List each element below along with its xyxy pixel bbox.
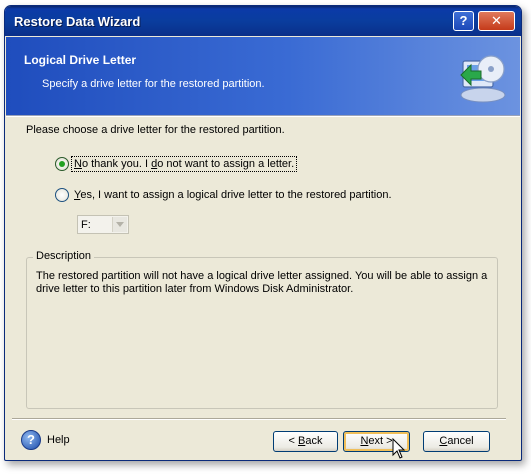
header-subtitle: Specify a drive letter for the restored … xyxy=(42,78,265,90)
description-text: The restored partition will not have a l… xyxy=(36,270,488,295)
drive-letter-select[interactable]: F: xyxy=(77,215,129,234)
help-icon[interactable]: ? xyxy=(21,430,41,450)
drive-letter-dropdown-button[interactable] xyxy=(112,217,127,232)
window-title: Restore Data Wizard xyxy=(14,14,141,29)
header-divider xyxy=(6,115,520,117)
drive-letter-value: F: xyxy=(81,219,91,231)
mouse-pointer-icon xyxy=(392,438,406,459)
radio-assign-letter[interactable]: Yes, I want to assign a logical drive le… xyxy=(55,186,394,204)
radio-no-letter-label[interactable]: No thank you. I do not want to assign a … xyxy=(70,156,298,172)
chevron-down-icon xyxy=(116,222,124,227)
radio-assign-letter-indicator[interactable] xyxy=(55,188,69,202)
title-help-button[interactable]: ? xyxy=(453,11,474,31)
radio-assign-letter-label[interactable]: Yes, I want to assign a logical drive le… xyxy=(72,188,394,202)
header-title: Logical Drive Letter xyxy=(24,53,137,67)
back-button[interactable]: < Back xyxy=(273,431,338,452)
radio-no-letter[interactable]: No thank you. I do not want to assign a … xyxy=(55,155,298,173)
cancel-button[interactable]: Cancel xyxy=(423,431,490,452)
drive-letter-prompt: Please choose a drive letter for the res… xyxy=(26,124,285,136)
restore-disk-icon xyxy=(460,55,506,103)
wizard-header: Logical Drive Letter Specify a drive let… xyxy=(6,37,520,115)
title-close-button[interactable]: ✕ xyxy=(478,11,515,31)
footer-divider xyxy=(12,418,506,420)
help-link[interactable]: Help xyxy=(47,434,70,446)
radio-no-letter-indicator[interactable] xyxy=(55,157,69,171)
title-bar[interactable]: Restore Data Wizard ? ✕ xyxy=(5,6,521,36)
description-legend: Description xyxy=(33,250,95,262)
